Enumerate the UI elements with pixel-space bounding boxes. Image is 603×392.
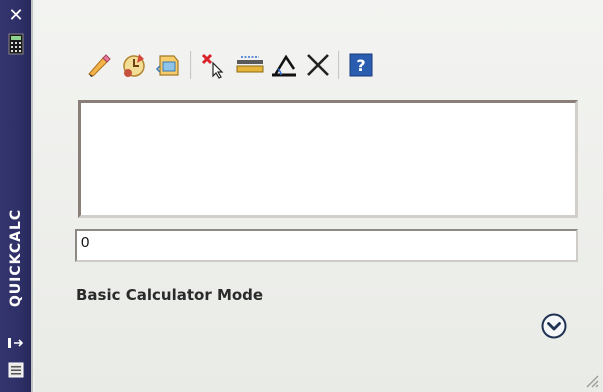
intersection-of-two-lines-icon (307, 54, 329, 76)
palette-title: QUICKCALC (1, 209, 31, 307)
resize-grip-icon[interactable] (583, 372, 599, 388)
clear-button[interactable] (82, 47, 114, 83)
quickcalc-toolbar: ? (48, 47, 468, 87)
palette-title-text: QUICKCALC (8, 208, 24, 308)
angle-of-line-button[interactable] (268, 47, 300, 83)
clear-history-button[interactable] (118, 47, 150, 83)
help-glyph: ? (356, 56, 365, 75)
clear-eraser-icon (88, 54, 111, 77)
expand-chevron-icon[interactable] (541, 313, 567, 339)
angle-of-line-icon (272, 54, 296, 77)
get-coordinates-button[interactable] (198, 47, 230, 83)
get-coordinates-icon (201, 53, 224, 79)
close-icon[interactable]: ✕ (5, 6, 27, 26)
paste-value-button[interactable] (152, 47, 184, 83)
calculator-icon (8, 33, 24, 55)
clear-history-icon (123, 54, 145, 77)
auto-hide-icon[interactable] (7, 337, 25, 349)
calculator-mode-label: Basic Calculator Mode (76, 286, 264, 304)
toolbar-separator (190, 51, 192, 79)
distance-button[interactable] (234, 47, 266, 83)
expression-input[interactable]: 0 (75, 229, 578, 262)
distance-between-two-points-icon (236, 56, 264, 73)
help-icon: ? (349, 53, 373, 77)
paste-value-to-command-line-icon (155, 55, 179, 76)
palette-title-bar: ✕ QUICKCALC (0, 0, 33, 392)
calculation-history-area[interactable] (78, 100, 578, 218)
help-button[interactable]: ? (345, 47, 377, 83)
intersection-button[interactable] (302, 47, 334, 83)
properties-icon[interactable] (8, 362, 24, 378)
toolbar-separator (338, 51, 340, 79)
